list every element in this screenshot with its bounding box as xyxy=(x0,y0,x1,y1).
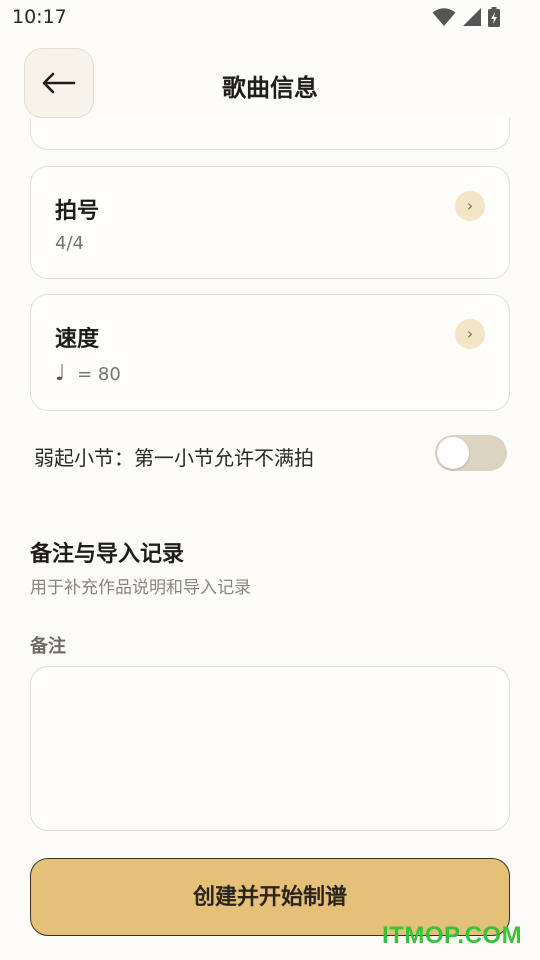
wifi-icon xyxy=(432,8,456,26)
quarter-note-icon: ♩ xyxy=(55,361,66,386)
pickup-measure-label: 弱起小节：第一小节允许不满拍 xyxy=(34,446,314,470)
signal-icon xyxy=(463,8,481,26)
notes-input[interactable] xyxy=(30,666,510,831)
tempo-title: 速度 xyxy=(55,327,100,352)
previous-card-frame xyxy=(30,118,510,150)
status-bar: 10:17 xyxy=(0,0,540,36)
status-time: 10:17 xyxy=(12,6,67,28)
notes-field-label: 备注 xyxy=(30,636,66,657)
toggle-knob xyxy=(437,437,469,469)
notes-section-subtitle: 用于补充作品说明和导入记录 xyxy=(30,578,251,598)
notes-section-title: 备注与导入记录 xyxy=(30,542,185,567)
status-icons xyxy=(432,7,500,27)
tempo-bpm: = 80 xyxy=(77,364,121,385)
chevron-right-icon: › xyxy=(455,191,485,221)
chevron-right-icon: › xyxy=(455,319,485,349)
previous-card[interactable] xyxy=(30,118,510,151)
battery-charging-icon xyxy=(488,7,500,27)
pickup-measure-toggle[interactable] xyxy=(435,435,507,471)
time-signature-value: 4/4 xyxy=(55,233,84,254)
watermark: ITMOP.COM xyxy=(382,922,523,949)
time-signature-title: 拍号 xyxy=(55,199,100,224)
tempo-card[interactable]: 速度 ♩ = 80 › xyxy=(30,294,510,411)
tempo-value: ♩ = 80 xyxy=(55,361,121,386)
time-signature-card[interactable]: 拍号 4/4 › xyxy=(30,166,510,279)
page-title: 歌曲信息 xyxy=(222,74,318,102)
